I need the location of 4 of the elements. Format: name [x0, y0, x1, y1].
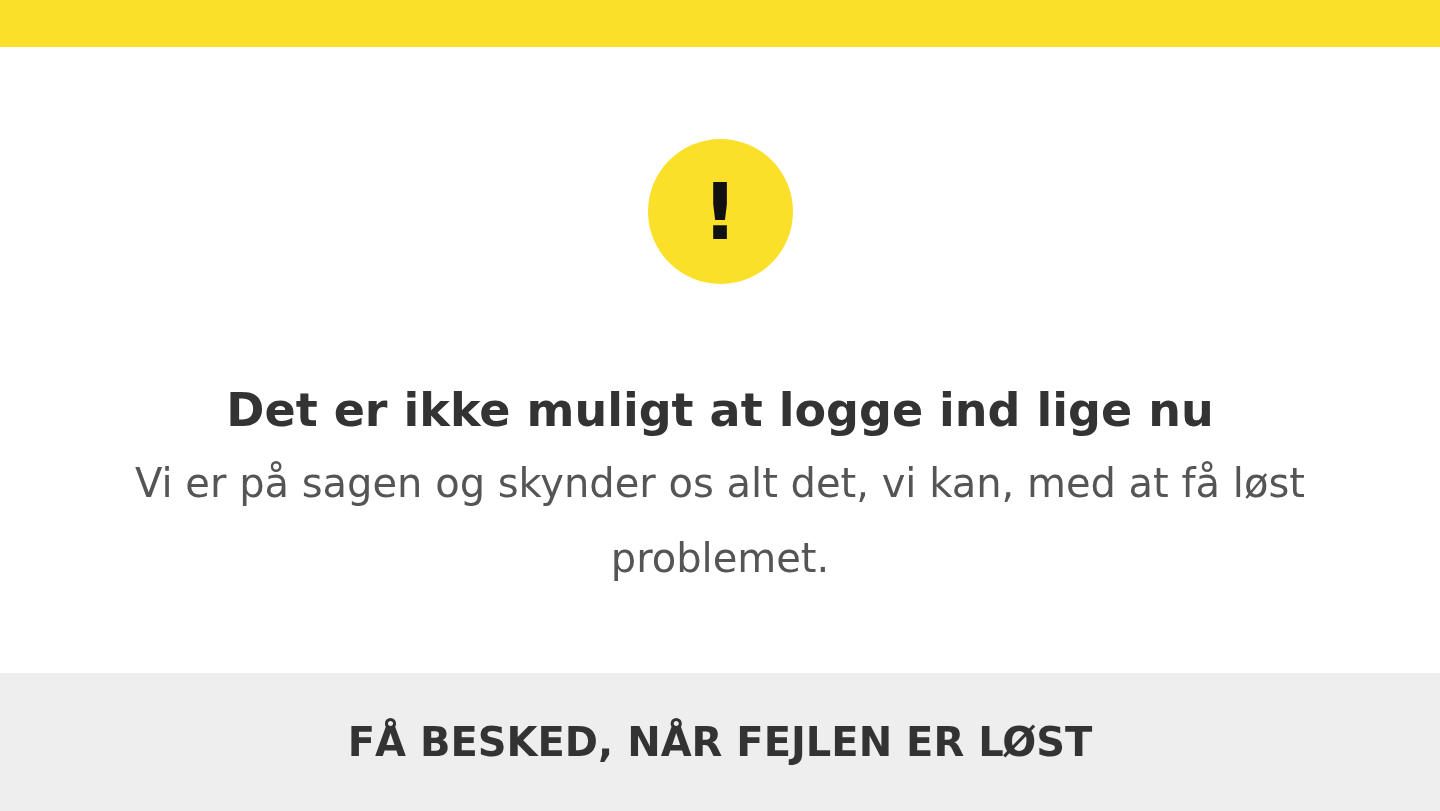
error-message: Vi er på sagen og skynder os alt det, vi kan, med at få løst problemet. [134, 459, 1306, 583]
notify-button[interactable]: FÅ BESKED, NÅR FEJLEN ER LØST [0, 673, 1440, 811]
warning-icon: ! [647, 139, 793, 284]
error-title: Det er ikke muligt at logge ind lige nu [226, 382, 1214, 439]
